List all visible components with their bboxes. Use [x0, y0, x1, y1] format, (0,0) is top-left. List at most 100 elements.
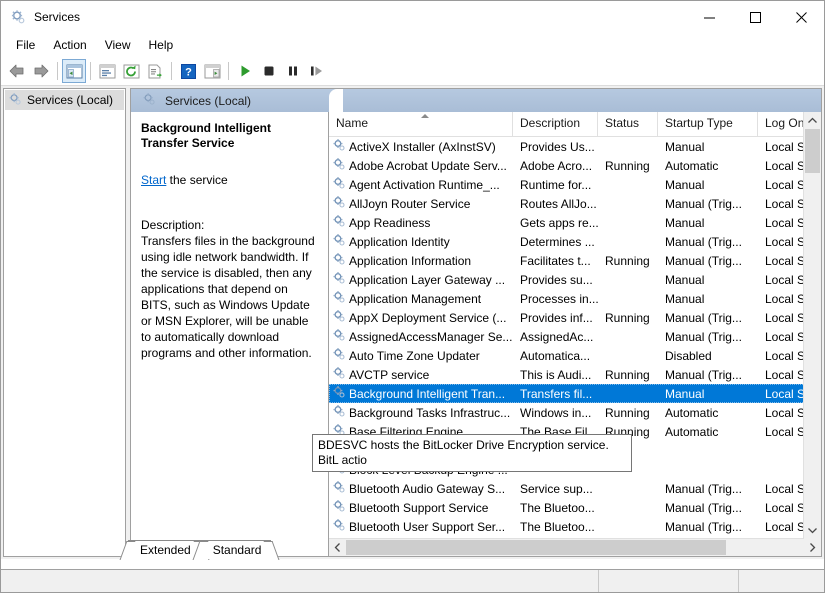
table-row[interactable]: Background Tasks Infrastruc... Windows in… — [329, 403, 821, 422]
detail-description-label: Description: — [141, 218, 205, 232]
cell-startup-type: Manual — [665, 215, 705, 230]
service-gear-icon — [332, 195, 346, 212]
table-row[interactable]: AppX Deployment Service (... Provides inf… — [329, 308, 821, 327]
stop-service-icon[interactable] — [257, 59, 281, 83]
cell-startup-type: Manual (Trig... — [665, 481, 742, 496]
minimize-button[interactable] — [686, 1, 732, 33]
table-row[interactable]: Background Intelligent Tran... Transfers … — [329, 384, 821, 403]
cell-description: Gets apps re... — [520, 215, 598, 230]
cell-name: AllJoyn Router Service — [329, 195, 513, 212]
scroll-left-icon[interactable] — [329, 539, 346, 556]
cell-startup-type: Manual (Trig... — [665, 234, 742, 249]
cell-name: AssignedAccessManager Se... — [329, 328, 513, 345]
column-header-description[interactable]: Description — [513, 112, 598, 136]
scroll-up-icon[interactable] — [804, 112, 821, 129]
list-column-headers: Name Description Status Startup Type Log… — [329, 112, 821, 137]
service-name-text: Application Identity — [349, 234, 450, 249]
table-row[interactable]: Application Identity Determines ... Manual… — [329, 232, 821, 251]
service-name-text: Application Layer Gateway ... — [349, 272, 506, 287]
table-row[interactable]: ActiveX Installer (AxInstSV) Provides Us.… — [329, 137, 821, 156]
cell-name: Application Management — [329, 290, 513, 307]
cell-description: Adobe Acro... — [520, 158, 593, 173]
menu-action[interactable]: Action — [44, 35, 95, 55]
cell-startup-type: Automatic — [665, 158, 719, 173]
table-row[interactable]: Application Management Processes in... Man… — [329, 289, 821, 308]
start-service-link[interactable]: Start — [141, 173, 166, 187]
help-icon[interactable]: ? — [176, 59, 200, 83]
table-row[interactable]: App Readiness Gets apps re... Manual Local … — [329, 213, 821, 232]
table-row[interactable]: Bluetooth Audio Gateway S... Service sup.… — [329, 479, 821, 498]
cell-description: Service sup... — [520, 481, 593, 496]
detail-action-suffix: the service — [166, 173, 228, 187]
table-row[interactable]: Bluetooth Support Service The Bluetoo... M… — [329, 498, 821, 517]
close-button[interactable] — [778, 1, 824, 33]
export-list-icon[interactable] — [143, 59, 167, 83]
cell-name: Application Layer Gateway ... — [329, 271, 513, 288]
service-gear-icon — [332, 290, 346, 307]
vertical-scrollbar[interactable] — [803, 112, 821, 539]
service-gear-icon — [332, 499, 346, 516]
table-row[interactable]: Application Information Facilitates t... R… — [329, 251, 821, 270]
refresh-icon[interactable] — [119, 59, 143, 83]
table-row[interactable]: Adobe Acrobat Update Serv... Adobe Acro..… — [329, 156, 821, 175]
cell-startup-type: Manual — [665, 177, 705, 192]
forward-icon[interactable] — [29, 59, 53, 83]
menu-help[interactable]: Help — [140, 35, 183, 55]
cell-description: AssignedAc... — [520, 329, 594, 344]
cell-description: Routes AllJo... — [520, 196, 597, 211]
table-row[interactable]: Bluetooth User Support Ser... The Bluetoo… — [329, 517, 821, 536]
start-service-icon[interactable] — [233, 59, 257, 83]
cell-name: Agent Activation Runtime_... — [329, 176, 513, 193]
service-name-text: AppX Deployment Service (... — [349, 310, 507, 325]
column-header-name[interactable]: Name — [329, 112, 513, 136]
tree-item-services-local[interactable]: Services (Local) — [5, 90, 124, 110]
cell-description: Automatica... — [520, 348, 591, 363]
pause-service-icon[interactable] — [281, 59, 305, 83]
cell-description: Windows in... — [520, 405, 592, 420]
table-row[interactable]: Auto Time Zone Updater Automatica... Disab… — [329, 346, 821, 365]
service-name-text: Application Management — [349, 291, 482, 306]
table-row[interactable]: AssignedAccessManager Se... AssignedAc...… — [329, 327, 821, 346]
service-name-text: Adobe Acrobat Update Serv... — [349, 158, 507, 173]
cell-description: Provides Us... — [520, 139, 595, 154]
horizontal-scrollbar[interactable] — [329, 538, 821, 556]
column-header-status[interactable]: Status — [598, 112, 658, 136]
service-gear-icon — [332, 328, 346, 345]
table-row[interactable]: AVCTP service This is Audi... Running Manua… — [329, 365, 821, 384]
horizontal-scroll-thumb[interactable] — [346, 540, 727, 555]
service-gear-icon — [332, 309, 346, 326]
back-icon[interactable] — [5, 59, 29, 83]
show-hide-console-tree-icon[interactable] — [62, 59, 86, 83]
service-name-text: Agent Activation Runtime_... — [349, 177, 500, 192]
services-gear-icon — [10, 9, 26, 25]
menu-view[interactable]: View — [96, 35, 140, 55]
properties-icon[interactable] — [95, 59, 119, 83]
show-hide-action-pane-icon[interactable] — [200, 59, 224, 83]
tab-standard[interactable]: Standard — [200, 540, 272, 559]
cell-name: Application Information — [329, 252, 513, 269]
status-bar-middle — [599, 570, 739, 592]
cell-description: Transfers fil... — [520, 386, 593, 401]
scroll-down-icon[interactable] — [804, 522, 821, 539]
table-row[interactable]: Application Layer Gateway ... Provides su… — [329, 270, 821, 289]
cell-startup-type: Manual (Trig... — [665, 329, 742, 344]
horizontal-scroll-track[interactable] — [346, 539, 804, 556]
menu-file[interactable]: File — [7, 35, 44, 55]
list-rows-container: ActiveX Installer (AxInstSV) Provides Us.… — [329, 137, 821, 538]
tab-extended[interactable]: Extended — [128, 540, 201, 559]
maximize-button[interactable] — [732, 1, 778, 33]
cell-startup-type: Automatic — [665, 405, 719, 420]
detail-service-name: Background Intelligent Transfer Service — [141, 121, 272, 150]
cell-startup-type: Manual — [665, 291, 705, 306]
scroll-right-icon[interactable] — [804, 539, 821, 556]
vertical-scroll-thumb[interactable] — [805, 129, 820, 173]
cell-name: Bluetooth Support Service — [329, 499, 513, 516]
table-row[interactable]: Agent Activation Runtime_... Runtime for.… — [329, 175, 821, 194]
restart-service-icon[interactable] — [305, 59, 329, 83]
service-name-text: Bluetooth Audio Gateway S... — [349, 481, 506, 496]
cell-name: Bluetooth User Support Ser... — [329, 518, 513, 535]
table-row[interactable]: AllJoyn Router Service Routes AllJo... Man… — [329, 194, 821, 213]
service-gear-icon — [332, 347, 346, 364]
services-gear-icon — [142, 92, 156, 109]
column-header-startup-type[interactable]: Startup Type — [658, 112, 758, 136]
